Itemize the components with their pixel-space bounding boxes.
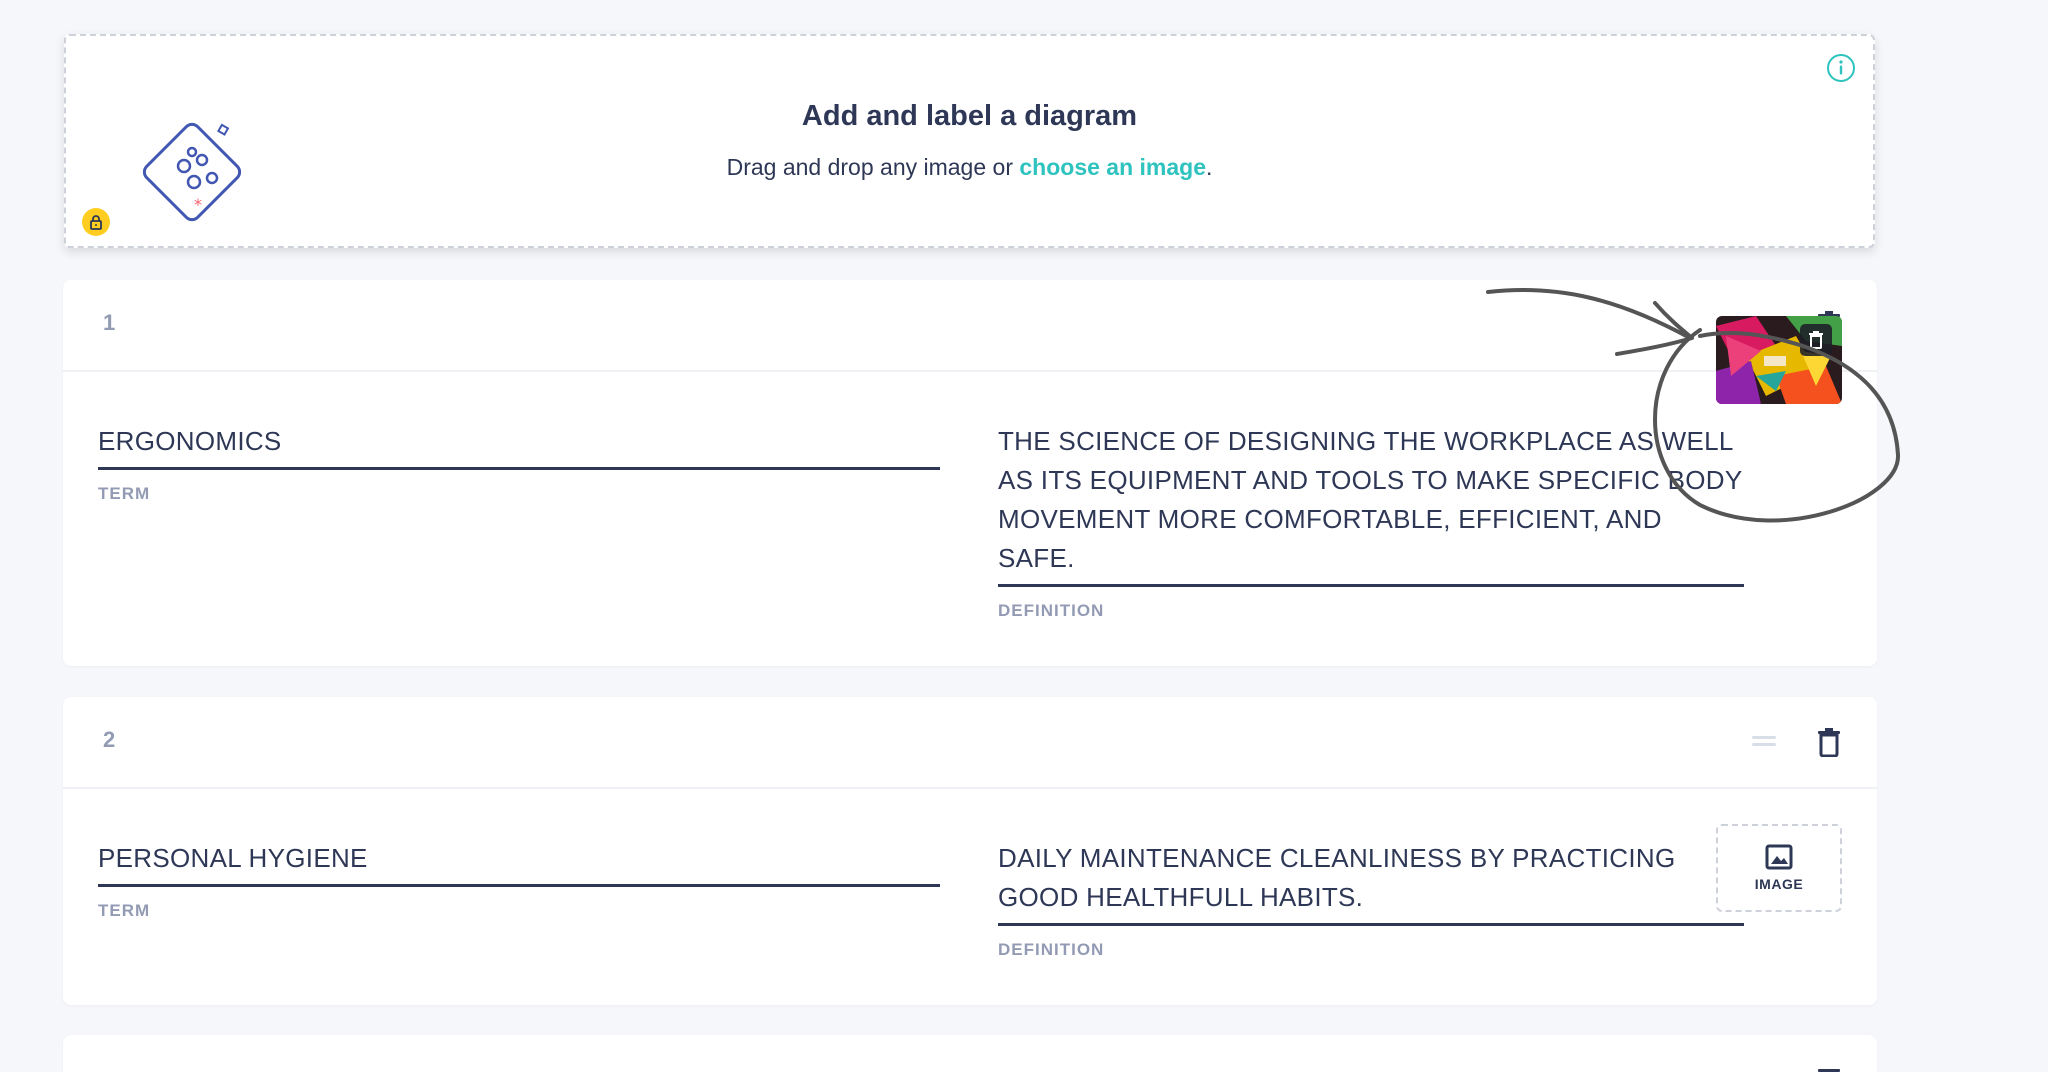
trash-icon [1809,331,1823,349]
info-icon[interactable] [1825,52,1857,84]
term-field[interactable]: PERSONAL HYGIENE TERM [98,839,940,921]
set-editor-page: * Add and label a diagram Drag and drop … [0,0,2048,1072]
definition-label: DEFINITION [998,940,1105,959]
card-number: 2 [103,727,116,752]
term-label: TERM [98,901,151,920]
term-card [63,1035,1877,1072]
trash-icon[interactable] [1816,727,1842,757]
trash-icon[interactable] [1816,1065,1842,1072]
diagram-drop-zone[interactable]: * Add and label a diagram Drag and drop … [64,34,1875,248]
image-delete-button[interactable] [1800,324,1832,356]
term-field[interactable]: ERGONOMICS TERM [98,422,940,504]
term-label: TERM [98,484,151,503]
diagram-subtitle: Drag and drop any image or choose an ima… [66,154,1873,181]
term-input[interactable]: PERSONAL HYGIENE [98,839,940,887]
card-header: 1 [63,280,1877,372]
term-image-thumbnail[interactable] [1716,316,1842,404]
term-card: 2 PERSONAL HYGIENE TERM DAILY MAINTENANC… [63,697,1877,1005]
definition-input[interactable]: DAILY MAINTENANCE CLEANLINESS BY PRACTIC… [998,839,1744,926]
definition-field[interactable]: DAILY MAINTENANCE CLEANLINESS BY PRACTIC… [998,839,1744,960]
image-icon [1765,844,1793,870]
svg-text:*: * [194,195,202,214]
definition-label: DEFINITION [998,601,1105,620]
term-input[interactable]: ERGONOMICS [98,422,940,470]
drag-handle-icon[interactable] [1752,733,1778,749]
definition-field[interactable]: THE SCIENCE OF DESIGNING THE WORKPLACE A… [998,422,1744,621]
card-header: 2 [63,697,1877,789]
definition-input[interactable]: THE SCIENCE OF DESIGNING THE WORKPLACE A… [998,422,1744,587]
choose-image-link[interactable]: choose an image [1019,154,1206,180]
diagram-subtitle-period: . [1206,154,1213,180]
lock-icon [82,208,110,236]
term-card: 1 ERGONOMICS TERM THE SCIENCE OF DESIGNI… [63,280,1877,666]
image-button-label: IMAGE [1754,876,1804,892]
diagram-subtitle-text: Drag and drop any image or [726,154,1020,180]
diagram-title: Add and label a diagram [801,100,1138,132]
add-image-button[interactable]: IMAGE [1716,824,1842,912]
card-number: 1 [103,310,116,335]
